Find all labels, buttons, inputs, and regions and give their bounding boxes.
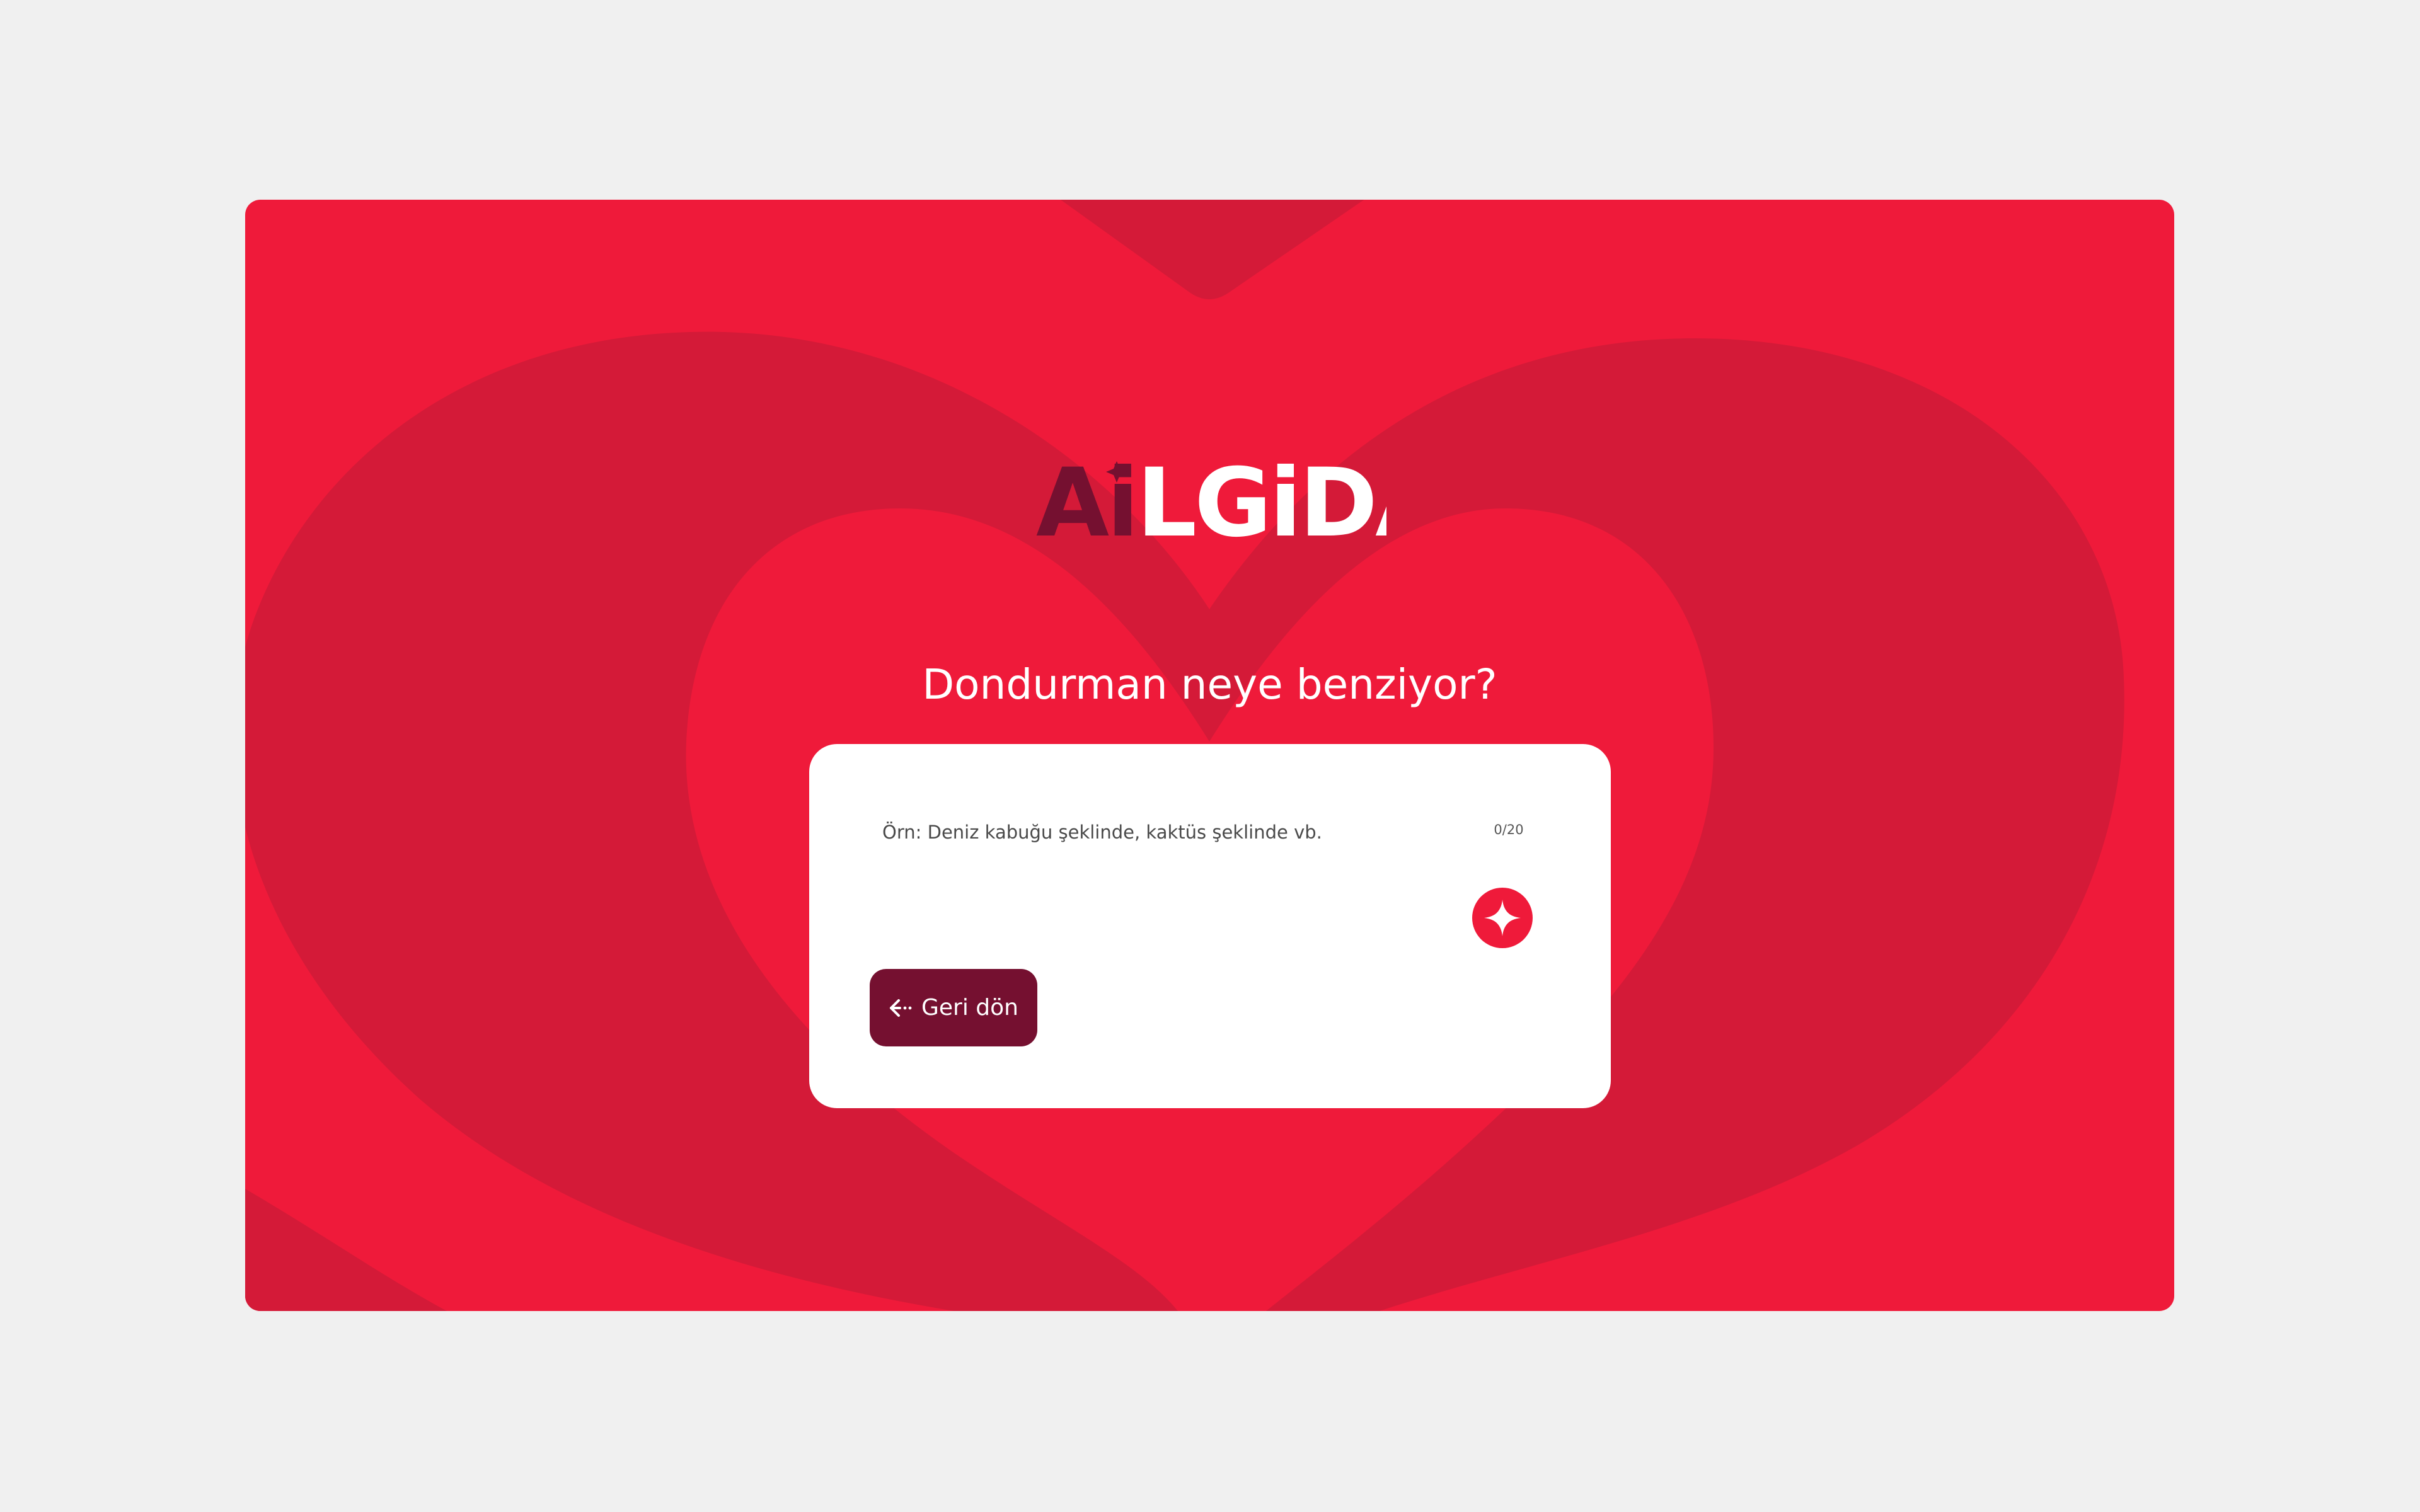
answer-input[interactable] [882, 813, 1475, 851]
top-notch [1060, 200, 1364, 299]
svg-text:AiLGiDA: AiLGiDA [1036, 461, 1386, 543]
answer-panel: 0/20 Geri dön [809, 744, 1611, 1108]
ailgida-logo: AiLGiDA [1036, 461, 1386, 543]
sparkle-icon [1484, 900, 1521, 936]
back-button[interactable]: Geri dön [870, 969, 1037, 1046]
arrow-left-icon [889, 998, 914, 1018]
generate-button[interactable] [1472, 888, 1533, 948]
question-title: Dondurman neye benziyor? [922, 660, 1497, 709]
logo-lgida: LGiDA [1137, 461, 1386, 543]
back-button-label: Geri dön [921, 995, 1018, 1021]
char-counter: 0/20 [1494, 822, 1524, 837]
main-card: AiLGiDA Dondurman neye benziyor? 0/20 Ge… [245, 200, 2174, 1311]
